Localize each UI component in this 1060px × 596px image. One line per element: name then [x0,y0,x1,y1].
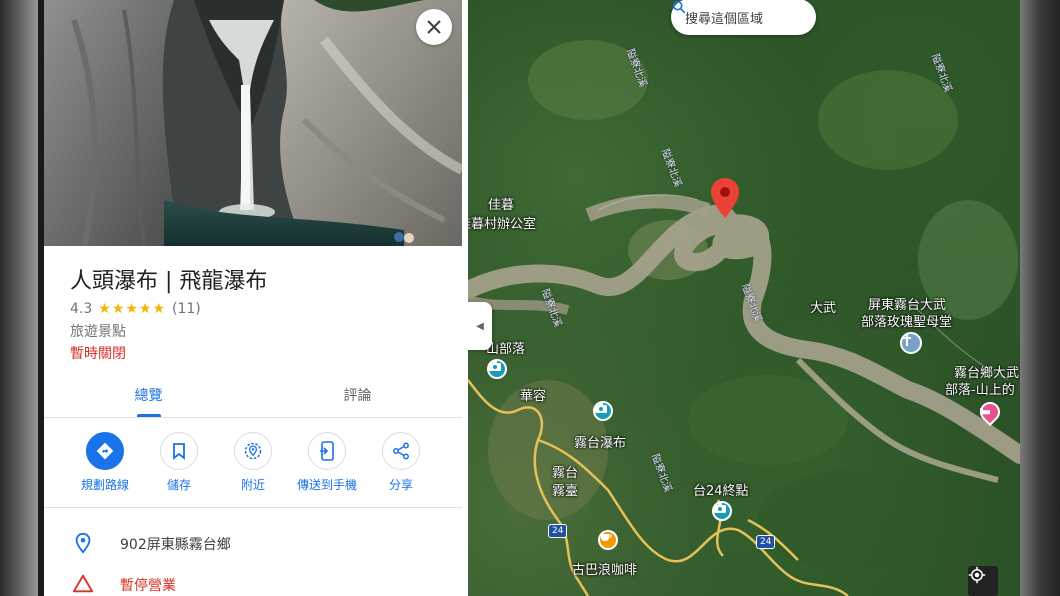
route-shield: 24 [756,535,776,549]
cafe-poi-icon[interactable] [598,530,618,550]
camera-poi-icon[interactable] [487,359,507,379]
share-button[interactable]: 分享 [361,432,441,493]
nearby-button[interactable]: 附近 [213,432,293,493]
church-poi-icon[interactable] [900,332,922,354]
closure-row: 暫停營業 [44,563,462,596]
waterfall-photo [44,0,462,246]
share-icon [393,442,409,460]
search-area-label: 搜尋這個區域 [685,11,764,27]
place-details-panel: 人頭瀑布 | 飛龍瀑布 4.3 ★★★★★ (11) 旅遊景點 暫時關閉 總覽 … [44,0,468,596]
route-shield: 24 [548,524,568,538]
tab-reviews[interactable]: 評論 [253,372,462,418]
close-icon [427,20,441,34]
place-photo[interactable] [44,0,462,246]
action-label: 附近 [240,478,265,492]
active-tab-indicator [137,414,161,417]
address-row[interactable]: 902屏東縣霧台鄉 [44,522,462,562]
crosshair-icon [968,566,986,584]
close-button[interactable] [416,9,452,45]
collapse-panel-button[interactable]: ◀ [468,302,492,350]
place-label[interactable]: 佳暮 [488,194,514,213]
action-bar: 規劃路線 儲存 附近 傳送到手機 分享 [44,432,462,496]
tab-bar: 總覽 評論 [44,372,462,418]
place-label[interactable]: 古巴浪咖啡 [572,559,637,578]
my-location-button[interactable] [968,566,998,596]
search-icon [672,0,686,14]
closure-notice: 暫停營業 [120,578,176,594]
camera-poi-icon[interactable] [593,401,613,421]
tab-label: 總覽 [134,388,163,404]
tab-label: 評論 [343,388,372,404]
nearby-icon [244,442,262,460]
warning-icon [72,574,94,593]
review-count[interactable]: (11) [172,301,201,317]
divider [44,507,462,508]
bookmark-icon [173,443,185,460]
directions-button[interactable]: 規劃路線 [65,432,145,493]
screen: 搜尋這個區域 隘寮北溪 隘寮北溪 隘寮北溪 隘寮北溪 隘寮北溪 隘寮北溪 佳暮 … [0,0,1060,596]
location-pin-icon[interactable] [711,178,739,218]
place-label[interactable]: 霧台 [552,462,578,481]
tab-overview[interactable]: 總覽 [44,372,253,418]
rating-value: 4.3 [70,301,93,317]
camera-poi-icon[interactable] [712,501,732,521]
location-pin-icon [75,532,91,554]
place-label[interactable]: 部落-山上的 [945,379,1015,398]
blurred-background-right [1020,0,1060,596]
star-rating-icon: ★★★★★ [98,301,167,317]
action-label: 儲存 [166,478,191,492]
place-title: 人頭瀑布 | 飛龍瀑布 [70,269,268,294]
action-label: 分享 [388,478,413,492]
rating-row: 4.3 ★★★★★ (11) [70,301,201,317]
directions-icon [96,442,114,460]
chevron-left-icon: ◀ [476,320,484,332]
satellite-map[interactable]: 搜尋這個區域 隘寮北溪 隘寮北溪 隘寮北溪 隘寮北溪 隘寮北溪 隘寮北溪 佳暮 … [468,0,1020,596]
address-text: 902屏東縣霧台鄉 [120,537,231,553]
blurred-background-left [0,0,38,596]
search-this-area-button[interactable]: 搜尋這個區域 [671,0,816,35]
place-label[interactable]: 華容 [520,385,546,404]
place-label[interactable]: 佳暮村辦公室 [468,213,536,232]
place-label[interactable]: 大武 [810,297,836,316]
send-to-phone-button[interactable]: 傳送到手機 [287,432,367,493]
send-to-phone-icon [320,441,334,461]
place-label[interactable]: 台24終點 [693,480,749,499]
place-category[interactable]: 旅遊景點 [70,321,126,341]
closure-status: 暫時關閉 [70,346,126,362]
action-label: 傳送到手機 [296,478,357,492]
place-label[interactable]: 霧臺 [552,480,578,499]
action-label: 規劃路線 [80,478,129,492]
place-label[interactable]: 部落玫瑰聖母堂 [861,311,952,330]
save-button[interactable]: 儲存 [139,432,219,493]
place-label[interactable]: 霧台瀑布 [574,432,626,451]
